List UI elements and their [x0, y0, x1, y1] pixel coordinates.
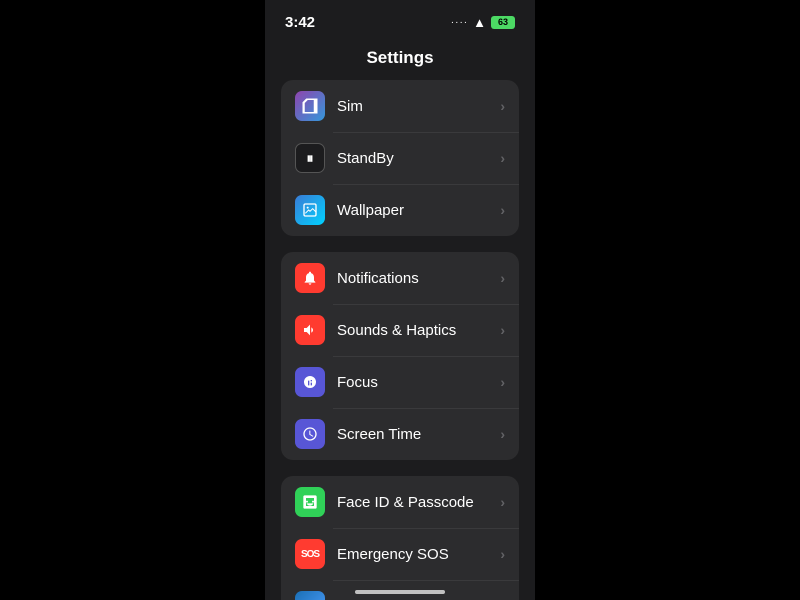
- battery-icon: 63: [491, 16, 515, 29]
- row-standby[interactable]: ⏸ StandBy›: [281, 132, 519, 184]
- group-group-sim: Sim›⏸StandBy›Wallpaper›: [281, 80, 519, 236]
- sos-label: Emergency SOS: [337, 546, 500, 563]
- page-title: Settings: [265, 44, 535, 80]
- status-bar: 3:42 ···· ▲ 63: [265, 0, 535, 44]
- focus-chevron: ›: [500, 374, 505, 390]
- screentime-chevron: ›: [500, 426, 505, 442]
- row-focus[interactable]: Focus›: [281, 356, 519, 408]
- row-faceid[interactable]: Face ID & Passcode›: [281, 476, 519, 528]
- sounds-label: Sounds & Haptics: [337, 322, 500, 339]
- sim-label: Sim: [337, 98, 500, 115]
- sounds-icon: [295, 315, 325, 345]
- notifications-label: Notifications: [337, 270, 500, 287]
- wallpaper-chevron: ›: [500, 202, 505, 218]
- standby-icon: ⏸: [295, 143, 325, 173]
- wifi-icon: ▲: [473, 15, 486, 30]
- standby-chevron: ›: [500, 150, 505, 166]
- screentime-icon: [295, 419, 325, 449]
- signal-icon: ····: [451, 17, 468, 28]
- scroll-content[interactable]: Sim›⏸StandBy›Wallpaper›Notifications›Sou…: [265, 80, 535, 600]
- sos-chevron: ›: [500, 546, 505, 562]
- sounds-chevron: ›: [500, 322, 505, 338]
- home-indicator: [355, 590, 445, 594]
- sim-chevron: ›: [500, 98, 505, 114]
- focus-icon: [295, 367, 325, 397]
- row-sounds[interactable]: Sounds & Haptics›: [281, 304, 519, 356]
- row-screentime[interactable]: Screen Time›: [281, 408, 519, 460]
- row-notifications[interactable]: Notifications›: [281, 252, 519, 304]
- status-time: 3:42: [285, 14, 315, 31]
- privacy-icon: [295, 591, 325, 600]
- wallpaper-icon: [295, 195, 325, 225]
- row-sim[interactable]: Sim›: [281, 80, 519, 132]
- sim-icon: [295, 91, 325, 121]
- row-wallpaper[interactable]: Wallpaper›: [281, 184, 519, 236]
- phone-frame: 3:42 ···· ▲ 63 Settings Sim›⏸StandBy›Wal…: [265, 0, 535, 600]
- sos-icon: SOS: [295, 539, 325, 569]
- group-group-notifications: Notifications›Sounds & Haptics›Focus›Scr…: [281, 252, 519, 460]
- focus-label: Focus: [337, 374, 500, 391]
- wallpaper-label: Wallpaper: [337, 202, 500, 219]
- row-sos[interactable]: SOS Emergency SOS›: [281, 528, 519, 580]
- faceid-icon: [295, 487, 325, 517]
- screentime-label: Screen Time: [337, 426, 500, 443]
- group-group-security: Face ID & Passcode›SOSEmergency SOS›Priv…: [281, 476, 519, 600]
- notifications-icon: [295, 263, 325, 293]
- faceid-label: Face ID & Passcode: [337, 494, 500, 511]
- notifications-chevron: ›: [500, 270, 505, 286]
- faceid-chevron: ›: [500, 494, 505, 510]
- status-icons: ···· ▲ 63: [451, 15, 515, 30]
- standby-label: StandBy: [337, 150, 500, 167]
